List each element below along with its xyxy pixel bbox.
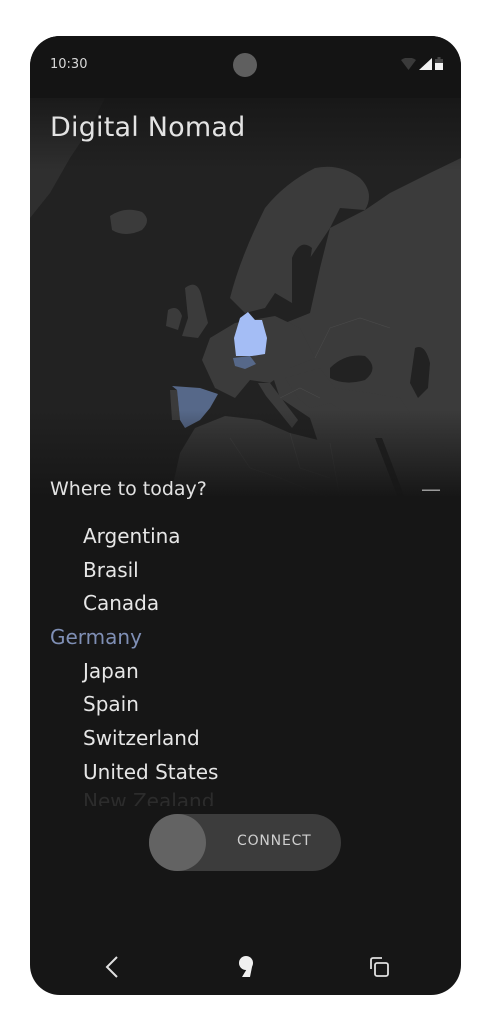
status-time: 10:30: [50, 57, 88, 72]
destination-item-argentina[interactable]: Argentina: [50, 520, 218, 554]
destination-item-germany[interactable]: Germany: [50, 621, 218, 655]
destination-item-switzerland[interactable]: Switzerland: [50, 722, 218, 756]
destinations-heading: Where to today?: [50, 478, 207, 500]
connect-toggle[interactable]: CONNECT: [149, 814, 341, 871]
battery-icon: [435, 57, 443, 70]
phone-screen: 10:30 Digital Nomad Where to today? — Ar…: [30, 36, 461, 995]
app-title: Digital Nomad: [50, 112, 246, 143]
toggle-knob[interactable]: [149, 814, 206, 871]
world-map[interactable]: [30, 98, 461, 498]
destination-item-canada[interactable]: Canada: [50, 587, 218, 621]
destination-list: Argentina Brasil Canada Germany Japan Sp…: [50, 520, 218, 806]
signal-icon: [419, 58, 432, 70]
destination-item-brasil[interactable]: Brasil: [50, 554, 218, 588]
destination-item-new-zealand[interactable]: New Zealand: [50, 790, 218, 806]
collapse-button[interactable]: —: [421, 479, 441, 499]
camera-cutout: [233, 53, 257, 77]
home-icon: [239, 956, 253, 977]
wifi-icon: [401, 58, 416, 70]
destinations-header: Where to today? —: [50, 478, 441, 504]
destination-item-japan[interactable]: Japan: [50, 655, 218, 689]
destination-item-united-states[interactable]: United States: [50, 756, 218, 790]
back-button[interactable]: [98, 953, 126, 981]
status-bar: 10:30: [30, 36, 461, 98]
recents-button[interactable]: [365, 953, 393, 981]
system-icons: [401, 57, 443, 70]
recents-icon: [370, 957, 389, 977]
home-button[interactable]: [232, 953, 260, 981]
connect-label: CONNECT: [237, 833, 312, 849]
destination-item-spain[interactable]: Spain: [50, 688, 218, 722]
back-icon: [105, 956, 118, 978]
navigation-bar: [30, 935, 461, 995]
